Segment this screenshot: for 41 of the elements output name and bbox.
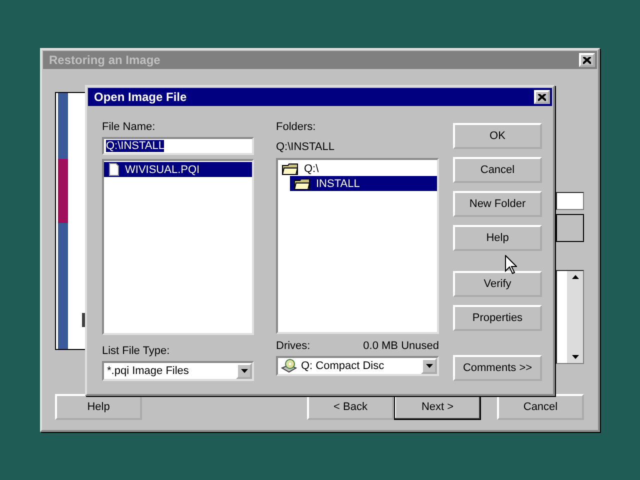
button[interactable] bbox=[556, 214, 584, 242]
scrollbar[interactable] bbox=[567, 271, 583, 363]
field-label: Folders: bbox=[276, 121, 317, 134]
dialog-button[interactable]: OK bbox=[453, 123, 542, 149]
wizard-button[interactable]: Help bbox=[55, 394, 142, 420]
field-label: Drives: bbox=[276, 340, 310, 353]
dialog-button[interactable]: Cancel bbox=[453, 157, 542, 183]
dropdown-button[interactable] bbox=[236, 363, 252, 379]
folder-item[interactable]: Q:\ bbox=[278, 161, 437, 176]
window-title: Restoring an Image bbox=[49, 53, 160, 67]
drive-dropdown[interactable]: Q: Compact Disc bbox=[276, 356, 439, 376]
caret-icon bbox=[240, 369, 248, 373]
cursor-icon bbox=[505, 255, 517, 274]
wizard-button[interactable]: Cancel bbox=[497, 394, 584, 420]
close-button[interactable] bbox=[579, 53, 595, 67]
file-name-field[interactable]: Q:\INSTALL bbox=[102, 137, 254, 155]
close-button[interactable] bbox=[534, 90, 550, 104]
folder-icon bbox=[294, 178, 310, 190]
dialog-button[interactable]: Help bbox=[453, 225, 542, 251]
caret-icon bbox=[426, 364, 432, 368]
text-field[interactable] bbox=[556, 192, 584, 210]
folder-item[interactable]: INSTALL bbox=[290, 176, 437, 191]
dialog-title: Open Image File bbox=[94, 90, 187, 104]
free-space-label: 0.0 MB Unused bbox=[363, 340, 439, 353]
disc-drive-icon bbox=[281, 359, 297, 373]
field-label: File Name: bbox=[102, 121, 156, 134]
dialog-button[interactable]: Properties bbox=[453, 305, 542, 331]
current-path: Q:\INSTALL bbox=[276, 141, 336, 154]
down-arrow-icon bbox=[572, 355, 578, 359]
dropdown-button[interactable] bbox=[421, 358, 437, 374]
close-icon bbox=[538, 94, 546, 100]
folder-icon bbox=[282, 162, 298, 174]
document-icon bbox=[109, 163, 119, 176]
file-type-dropdown[interactable]: *.pqi Image Files bbox=[102, 361, 254, 381]
dialog-button[interactable]: New Folder bbox=[453, 191, 542, 217]
close-icon bbox=[583, 56, 591, 64]
dialog-button[interactable]: Verify bbox=[453, 271, 542, 297]
file-item[interactable]: WIVISUAL.PQI bbox=[104, 162, 252, 177]
dialog-button[interactable]: Comments >> bbox=[453, 355, 542, 381]
up-arrow-icon bbox=[572, 275, 578, 279]
field-label: List File Type: bbox=[102, 345, 171, 358]
